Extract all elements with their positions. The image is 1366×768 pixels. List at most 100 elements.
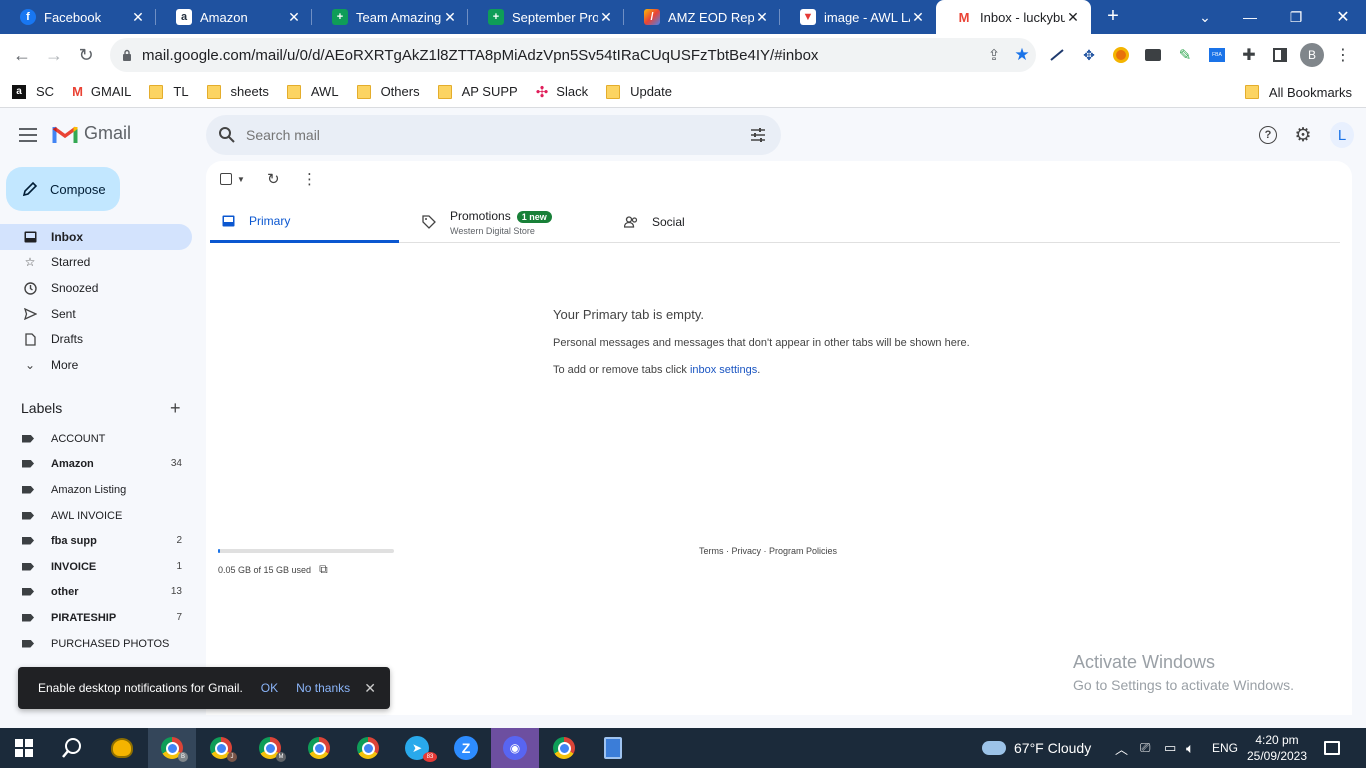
bookmark-star-icon[interactable]: ★	[1008, 45, 1036, 65]
nav-starred[interactable]: ☆ Starred	[0, 249, 192, 275]
compose-button[interactable]: Compose	[6, 167, 120, 211]
zoom-icon[interactable]: Z	[442, 728, 490, 768]
browser-tab-amazon[interactable]: a Amazon ✕	[156, 0, 312, 34]
chevron-up-icon[interactable]: ︿	[1115, 728, 1128, 768]
refresh-icon[interactable]: ↻	[267, 171, 280, 188]
close-icon[interactable]: ✕	[364, 680, 376, 697]
game-app-icon[interactable]	[98, 728, 146, 768]
search-input[interactable]	[246, 127, 749, 143]
bookmark-folder-sheets[interactable]: sheets	[206, 84, 269, 99]
nav-snoozed[interactable]: Snoozed	[0, 275, 192, 301]
tab-search-icon[interactable]: ⌄	[1182, 0, 1228, 34]
close-icon[interactable]: ✕	[1065, 9, 1081, 26]
share-icon[interactable]: ⇪	[980, 46, 1008, 64]
weather-widget[interactable]: 67°F Cloudy	[982, 728, 1091, 768]
telegram-icon[interactable]: ➤ 83	[393, 728, 441, 768]
battery-icon[interactable]: ▭	[1164, 728, 1176, 768]
label-awl-invoice[interactable]: AWL INVOICE	[0, 503, 192, 528]
bookmark-folder-awl[interactable]: AWL	[286, 84, 339, 99]
fba-extension-icon[interactable]: FBA	[1204, 42, 1230, 68]
label-amazon[interactable]: Amazon 34	[0, 451, 192, 476]
help-icon[interactable]: ?	[1256, 123, 1280, 147]
chrome-profile-b-icon[interactable]: B	[148, 728, 196, 768]
search-icon[interactable]	[48, 728, 96, 768]
bookmark-folder-others[interactable]: Others	[356, 84, 420, 99]
settings-gear-icon[interactable]: ⚙	[1291, 123, 1315, 147]
search-icon[interactable]	[218, 126, 236, 144]
language-indicator[interactable]: ENG	[1212, 728, 1238, 768]
bookmark-folder-update[interactable]: Update	[606, 84, 672, 99]
bookmark-slack[interactable]: ✣ Slack	[536, 83, 588, 101]
extension-circle-icon[interactable]	[1108, 42, 1134, 68]
tab-social[interactable]: Social	[624, 201, 685, 243]
window-close-button[interactable]: ✕	[1320, 0, 1366, 34]
camera-icon[interactable]	[1140, 42, 1166, 68]
more-options-icon[interactable]: ⋮	[302, 171, 317, 188]
nav-inbox[interactable]: Inbox	[0, 224, 192, 250]
close-icon[interactable]: ✕	[598, 9, 614, 26]
side-panel-icon[interactable]	[1267, 42, 1293, 68]
eyedropper-icon[interactable]: ✎	[1172, 42, 1198, 68]
browser-tab-september-profit[interactable]: + September Profi ✕	[468, 0, 624, 34]
gmail-logo[interactable]: Gmail	[52, 123, 131, 144]
label-amazon-listing[interactable]: Amazon Listing	[0, 477, 192, 502]
chrome-menu-icon[interactable]: ⋮	[1330, 42, 1356, 68]
account-avatar[interactable]: L	[1330, 122, 1354, 148]
back-button[interactable]: ←	[6, 39, 38, 71]
open-external-icon[interactable]: ⧉	[319, 562, 328, 577]
browser-tab-facebook[interactable]: f Facebook ✕	[0, 0, 156, 34]
reload-button[interactable]: ↻	[70, 39, 102, 71]
bookmark-sc[interactable]: a SC	[12, 84, 54, 99]
system-clock[interactable]: 4:20 pm 25/09/2023	[1246, 732, 1308, 764]
network-icon[interactable]: ⎚	[1140, 728, 1150, 768]
chrome-icon[interactable]	[344, 728, 392, 768]
forward-button[interactable]: →	[38, 39, 70, 71]
chrome-profile-j-icon[interactable]: J	[197, 728, 245, 768]
browser-tab-amz-eod[interactable]: / AMZ EOD Repor ✕	[624, 0, 780, 34]
omnibox[interactable]: mail.google.com/mail/u/0/d/AEoRXRTgAkZ1l…	[110, 38, 1036, 72]
add-label-icon[interactable]: +	[170, 398, 181, 419]
label-fba-supp[interactable]: fba supp 2	[0, 528, 192, 553]
select-all-checkbox[interactable]: ▼	[220, 171, 245, 187]
extension-puzzle-blue-icon[interactable]: ✥	[1076, 42, 1102, 68]
chrome-profile-m-icon[interactable]: M	[246, 728, 294, 768]
chrome-icon[interactable]	[540, 728, 588, 768]
nav-drafts[interactable]: Drafts	[0, 326, 192, 352]
calculator-icon[interactable]	[589, 728, 637, 768]
snackbar-no-thanks-button[interactable]: No thanks	[296, 681, 350, 695]
nav-sent[interactable]: Sent	[0, 301, 192, 327]
close-icon[interactable]: ✕	[910, 9, 926, 26]
close-icon[interactable]: ✕	[754, 9, 770, 26]
notifications-icon[interactable]	[1324, 728, 1340, 768]
search-options-icon[interactable]	[749, 126, 767, 144]
caret-down-icon[interactable]: ▼	[237, 175, 245, 184]
browser-tab-team-amazing[interactable]: + Team Amazing P ✕	[312, 0, 468, 34]
label-purchased-photos[interactable]: PURCHASED PHOTOS	[0, 631, 192, 656]
browser-tab-image-awl[interactable]: ▼ image - AWL LA ✕	[780, 0, 936, 34]
browser-tab-gmail-inbox[interactable]: M Inbox - luckybuc ✕	[936, 0, 1091, 34]
label-other[interactable]: other 13	[0, 579, 192, 604]
main-menu-icon[interactable]	[16, 123, 40, 147]
bookmark-folder-ap-supp[interactable]: AP SUPP	[437, 84, 518, 99]
label-pirateship[interactable]: PIRATESHIP 7	[0, 605, 192, 630]
minimize-button[interactable]: —	[1227, 0, 1273, 34]
label-invoice[interactable]: INVOICE 1	[0, 554, 192, 579]
windows-start-icon[interactable]	[0, 728, 48, 768]
chrome-icon[interactable]	[295, 728, 343, 768]
bookmark-gmail[interactable]: M GMAIL	[72, 84, 131, 99]
close-icon[interactable]: ✕	[130, 9, 146, 26]
volume-icon[interactable]: 🔈︎	[1186, 728, 1194, 768]
snackbar-ok-button[interactable]: OK	[261, 681, 278, 695]
tab-promotions[interactable]: Promotions 1 new Western Digital Store	[422, 201, 552, 243]
search-bar[interactable]	[206, 115, 781, 155]
all-bookmarks-button[interactable]: All Bookmarks	[1244, 76, 1352, 108]
footer-links[interactable]: Terms · Privacy · Program Policies	[699, 546, 837, 556]
close-icon[interactable]: ✕	[442, 9, 458, 26]
restore-button[interactable]: ❐	[1273, 0, 1319, 34]
inbox-settings-link[interactable]: inbox settings	[690, 364, 757, 376]
extensions-puzzle-icon[interactable]: ✚	[1236, 42, 1262, 68]
tab-primary[interactable]: Primary	[210, 201, 399, 243]
close-icon[interactable]: ✕	[286, 9, 302, 26]
extension-arrow-icon[interactable]	[1044, 42, 1070, 68]
bookmark-folder-tl[interactable]: TL	[149, 84, 189, 99]
